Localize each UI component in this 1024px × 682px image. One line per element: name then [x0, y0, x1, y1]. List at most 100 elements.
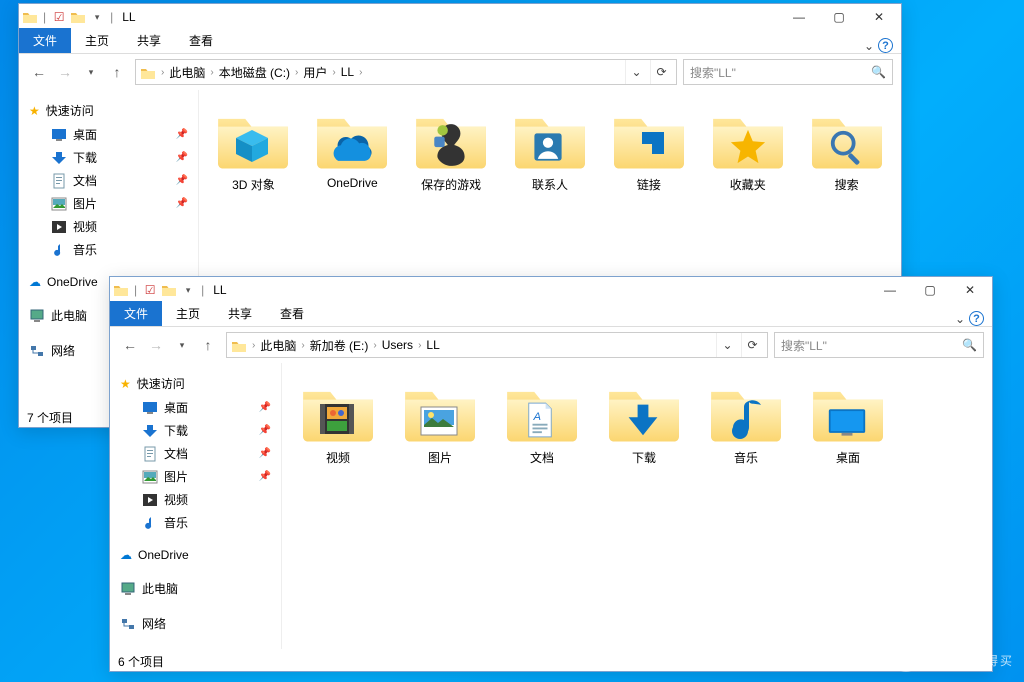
help-icon[interactable]: ?	[878, 38, 893, 53]
address-bar[interactable]: › 此电脑› 本地磁盘 (C:)› 用户› LL› ⌄ ⟳	[135, 59, 677, 85]
breadcrumb-seg[interactable]: 此电脑	[169, 64, 205, 81]
breadcrumb-seg[interactable]: LL	[426, 338, 439, 352]
folder-contacts[interactable]: 联系人	[506, 108, 595, 193]
search-input[interactable]: 搜索"LL" 🔍	[683, 59, 893, 85]
sidebar-desktop[interactable]: 桌面📌	[110, 396, 281, 419]
folder-videos[interactable]: 视频	[292, 381, 384, 466]
folder-icon	[112, 281, 130, 299]
status-bar: 6 个项目	[110, 649, 992, 671]
tab-view[interactable]: 查看	[175, 28, 227, 53]
sidebar-pictures[interactable]: 图片📌	[19, 192, 198, 215]
qat-properties-icon[interactable]: ☑	[141, 281, 159, 299]
search-input[interactable]: 搜索"LL" 🔍	[774, 332, 984, 358]
tab-file[interactable]: 文件	[110, 301, 162, 326]
search-icon[interactable]: 🔍	[962, 338, 977, 352]
ribbon: 文件 主页 共享 查看 ⌄ ?	[110, 303, 992, 327]
breadcrumb-seg[interactable]: 此电脑	[260, 337, 296, 354]
qat-dropdown-icon[interactable]: ▾	[88, 8, 106, 26]
sidebar-music[interactable]: 音乐	[19, 238, 198, 261]
close-button[interactable]: ✕	[950, 278, 990, 302]
maximize-button[interactable]: ▢	[910, 278, 950, 302]
address-bar[interactable]: › 此电脑› 新加卷 (E:)› Users› LL ⌄ ⟳	[226, 332, 768, 358]
tab-file[interactable]: 文件	[19, 28, 71, 53]
sidebar-pictures[interactable]: 图片📌	[110, 465, 281, 488]
back-button[interactable]: ←	[27, 60, 51, 84]
title-bar[interactable]: | ☑ ▾ | LL — ▢ ✕	[19, 4, 901, 30]
pin-icon: 📌	[176, 175, 188, 186]
qat-dropdown-icon[interactable]: ▾	[179, 281, 197, 299]
sidebar-network[interactable]: 网络	[110, 611, 281, 636]
quick-access[interactable]: ★快速访问	[110, 371, 281, 396]
tab-share[interactable]: 共享	[123, 28, 175, 53]
pin-icon: 📌	[259, 402, 271, 413]
tab-home[interactable]: 主页	[71, 28, 123, 53]
breadcrumb-seg[interactable]: LL	[341, 65, 354, 79]
up-button[interactable]: ↑	[196, 333, 220, 357]
pin-icon: 📌	[176, 152, 188, 163]
forward-button[interactable]: →	[144, 333, 168, 357]
pin-icon: 📌	[259, 471, 271, 482]
history-dropdown-icon[interactable]: ▾	[170, 333, 194, 357]
nav-sidebar: ★快速访问 桌面📌 下载📌 文档📌 图片📌 视频 音乐 ☁OneDrive 此电…	[110, 363, 282, 649]
folder-links[interactable]: 链接	[604, 108, 693, 193]
breadcrumb-seg[interactable]: 用户	[303, 64, 327, 81]
tab-home[interactable]: 主页	[162, 301, 214, 326]
sidebar-documents[interactable]: 文档📌	[110, 442, 281, 465]
breadcrumb-seg[interactable]: 新加卷 (E:)	[310, 337, 369, 354]
qat-properties-icon[interactable]: ☑	[50, 8, 68, 26]
search-placeholder: 搜索"LL"	[690, 64, 736, 81]
maximize-button[interactable]: ▢	[819, 5, 859, 29]
folder-3d-objects[interactable]: 3D 对象	[209, 108, 298, 193]
folder-onedrive[interactable]: OneDrive	[308, 108, 397, 190]
minimize-button[interactable]: —	[870, 278, 910, 302]
minimize-button[interactable]: —	[779, 5, 819, 29]
sidebar-onedrive[interactable]: ☁OneDrive	[110, 544, 281, 566]
breadcrumb-seg[interactable]: Users	[382, 338, 413, 352]
folder-content[interactable]: 视频 图片 文档 下载 音乐 桌面	[282, 363, 992, 649]
refresh-icon[interactable]: ⟳	[650, 60, 672, 84]
forward-button[interactable]: →	[53, 60, 77, 84]
folder-icon	[140, 65, 156, 79]
window-title: LL	[213, 283, 226, 297]
quick-access[interactable]: ★快速访问	[19, 98, 198, 123]
search-icon[interactable]: 🔍	[871, 65, 886, 79]
pin-icon: 📌	[259, 448, 271, 459]
folder-icon	[21, 8, 39, 26]
ribbon: 文件 主页 共享 查看 ⌄ ?	[19, 30, 901, 54]
ribbon-expand-icon[interactable]: ⌄	[864, 39, 874, 53]
sidebar-this-pc[interactable]: 此电脑	[110, 576, 281, 601]
sidebar-videos[interactable]: 视频	[19, 215, 198, 238]
tab-share[interactable]: 共享	[214, 301, 266, 326]
explorer-window-2: | ☑ ▾ | LL — ▢ ✕ 文件 主页 共享 查看 ⌄ ? ← → ▾ ↑…	[109, 276, 993, 672]
ribbon-expand-icon[interactable]: ⌄	[955, 312, 965, 326]
address-dropdown-icon[interactable]: ⌄	[625, 60, 647, 84]
search-placeholder: 搜索"LL"	[781, 337, 827, 354]
breadcrumb-seg[interactable]: 本地磁盘 (C:)	[219, 64, 290, 81]
sidebar-music[interactable]: 音乐	[110, 511, 281, 534]
up-button[interactable]: ↑	[105, 60, 129, 84]
qat-newfolder-icon[interactable]	[160, 281, 178, 299]
folder-documents[interactable]: 文档	[496, 381, 588, 466]
refresh-icon[interactable]: ⟳	[741, 333, 763, 357]
back-button[interactable]: ←	[118, 333, 142, 357]
folder-saved-games[interactable]: 保存的游戏	[407, 108, 496, 193]
sidebar-downloads[interactable]: 下载📌	[110, 419, 281, 442]
sidebar-downloads[interactable]: 下载📌	[19, 146, 198, 169]
sidebar-videos[interactable]: 视频	[110, 488, 281, 511]
title-bar[interactable]: | ☑ ▾ | LL — ▢ ✕	[110, 277, 992, 303]
close-button[interactable]: ✕	[859, 5, 899, 29]
folder-searches[interactable]: 搜索	[802, 108, 891, 193]
address-dropdown-icon[interactable]: ⌄	[716, 333, 738, 357]
folder-desktop[interactable]: 桌面	[802, 381, 894, 466]
help-icon[interactable]: ?	[969, 311, 984, 326]
pin-icon: 📌	[176, 129, 188, 140]
sidebar-documents[interactable]: 文档📌	[19, 169, 198, 192]
folder-music[interactable]: 音乐	[700, 381, 792, 466]
folder-pictures[interactable]: 图片	[394, 381, 486, 466]
qat-newfolder-icon[interactable]	[69, 8, 87, 26]
history-dropdown-icon[interactable]: ▾	[79, 60, 103, 84]
tab-view[interactable]: 查看	[266, 301, 318, 326]
sidebar-desktop[interactable]: 桌面📌	[19, 123, 198, 146]
folder-favorites[interactable]: 收藏夹	[703, 108, 792, 193]
folder-downloads[interactable]: 下载	[598, 381, 690, 466]
